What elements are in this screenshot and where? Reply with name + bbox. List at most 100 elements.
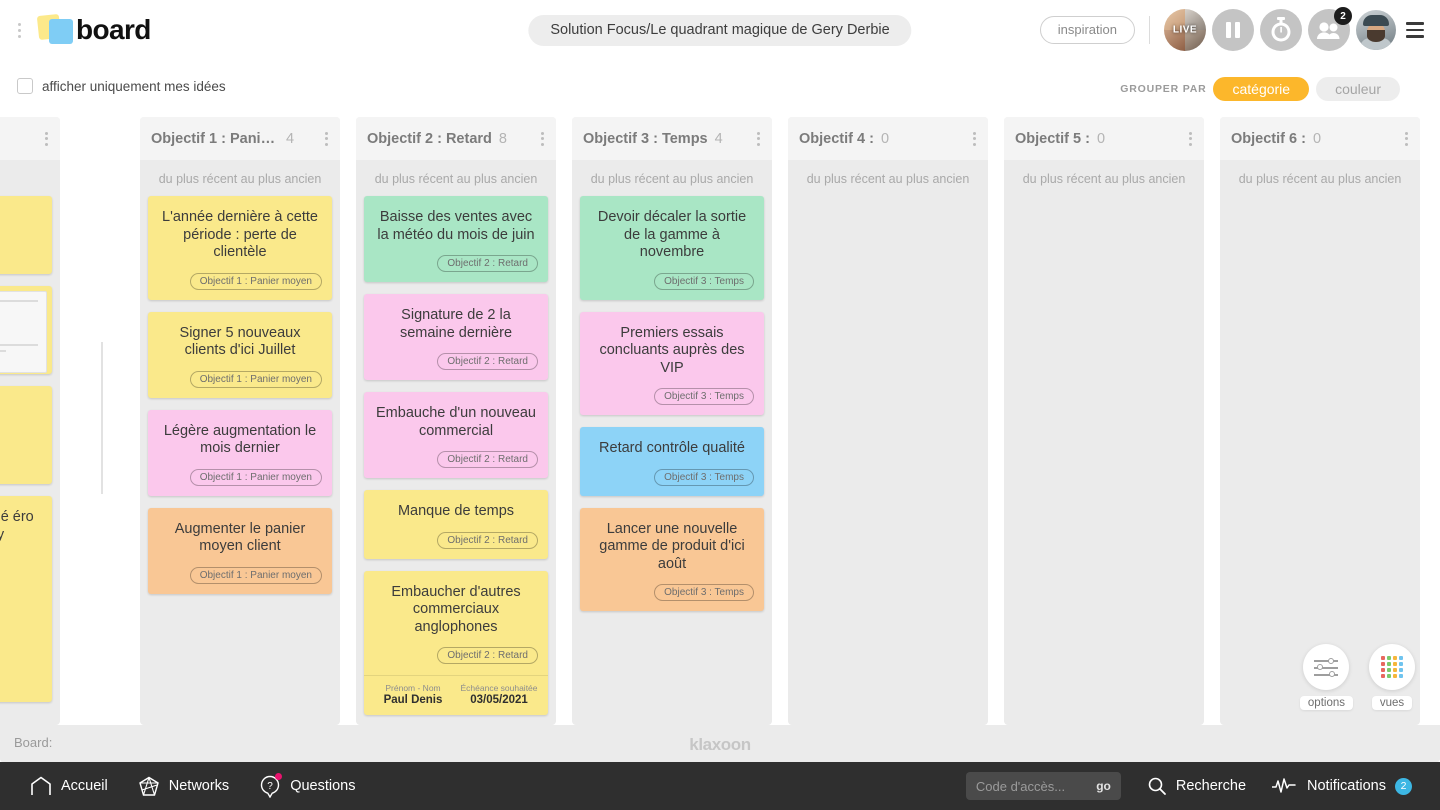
column-6[interactable]: Objectif 6 : 0 du plus récent au plus anci… (1220, 117, 1420, 725)
user-avatar[interactable] (1356, 10, 1396, 50)
column-menu-icon[interactable] (322, 129, 331, 149)
pause-icon (1226, 22, 1240, 38)
board-title[interactable]: Solution Focus/Le quadrant magique de Ge… (528, 15, 912, 46)
column-4[interactable]: Objectif 4 : 0 du plus récent au plus anci… (788, 117, 988, 725)
card-tag[interactable]: Objectif 2 : Retard (437, 647, 538, 664)
column-menu-icon[interactable] (970, 129, 979, 149)
column-cards: Devoir décaler la sortie de la gamme à n… (572, 196, 772, 637)
card[interactable]: Retard contrôle qualité Objectif 3 : Temp… (580, 427, 764, 496)
column-menu-icon[interactable] (1186, 129, 1195, 149)
notifications-label: Notifications (1307, 778, 1386, 794)
column-header[interactable]: Objectif 6 : 0 (1220, 117, 1420, 160)
column-header[interactable]: Objectif 3 : Temps 4 (572, 117, 772, 160)
nav-accueil-label: Accueil (61, 778, 108, 794)
card-tag[interactable]: Objectif 1 : Panier moyen (189, 566, 322, 584)
card[interactable]: Embauche d'un nouveau commercial Objectif… (364, 392, 548, 478)
card[interactable] (0, 286, 52, 374)
views-grid-icon[interactable] (1369, 644, 1415, 690)
card[interactable]: L'année dernière à cette période : perte… (148, 196, 332, 300)
card-tag[interactable]: Objectif 2 : Retard (437, 353, 538, 370)
card-tag[interactable]: Objectif 3 : Temps (654, 388, 754, 405)
card-tag[interactable]: Objectif 2 : Retard (437, 531, 538, 549)
nav-networks[interactable]: Networks (138, 776, 229, 797)
column-5[interactable]: Objectif 5 : 0 du plus récent au plus anci… (1004, 117, 1204, 725)
card-tag[interactable]: Objectif 1 : Panier moyen (189, 468, 322, 486)
card-tag[interactable]: Objectif 3 : Temps (654, 272, 754, 290)
column-menu-icon[interactable] (538, 129, 547, 149)
access-code-field[interactable]: Code d'accès... go (965, 772, 1121, 800)
column-sort-label[interactable]: du plus récent au plus ancien (140, 160, 340, 196)
card-text: sez es (0, 209, 42, 227)
column-sort-label[interactable]: s ancien (0, 160, 60, 196)
card[interactable]: Augmenter le panier moyen client Objectif… (148, 507, 332, 594)
card-tag[interactable]: Objectif 2 : Retard (437, 255, 538, 272)
views-label: vues (1371, 696, 1413, 710)
nav-accueil[interactable]: Accueil (30, 776, 108, 796)
card-text: te ée, om s en t clé éro cela crire : s'… (0, 509, 34, 543)
drag-handle-icon[interactable] (8, 22, 30, 38)
card[interactable]: Légère augmentation le mois dernier Objec… (148, 409, 332, 496)
card[interactable]: e sez ar (0, 386, 52, 484)
card[interactable]: Lancer une nouvelle gamme de produit d'i… (580, 507, 764, 611)
card-tag[interactable]: Objectif 3 : Temps (654, 584, 754, 601)
column-sort-label[interactable]: du plus récent au plus ancien (1220, 160, 1420, 196)
card[interactable]: Embaucher d'autres commerciaux anglophon… (364, 570, 548, 715)
card[interactable]: Baisse des ventes avec la météo du mois … (364, 196, 548, 282)
participants-button[interactable]: 2 (1308, 7, 1352, 51)
card[interactable]: Signature de 2 la semaine dernière Object… (364, 294, 548, 380)
column-header[interactable]: Objectif 5 : 0 (1004, 117, 1204, 160)
column-cards: Baisse des ventes avec la météo du mois … (356, 196, 556, 725)
card[interactable]: Manque de temps Objectif 2 : Retard (364, 490, 548, 559)
column-sort-label[interactable]: du plus récent au plus ancien (572, 160, 772, 196)
column-2[interactable]: Objectif 2 : Retard 8 du plus récent au pl… (356, 117, 556, 725)
column-menu-icon[interactable] (42, 129, 51, 149)
column-header[interactable]: Objectif 2 : Retard 8 (356, 117, 556, 160)
column-count: 0 (880, 130, 890, 147)
timer-button[interactable] (1260, 9, 1302, 51)
board-divider-line (101, 342, 103, 494)
sliders-icon[interactable] (1303, 644, 1350, 690)
column-cards (1004, 196, 1204, 210)
card[interactable]: Signer 5 nouveaux clients d'ici Juillet O… (148, 311, 332, 398)
nav-questions[interactable]: ? Questions (259, 772, 355, 798)
group-by-category-button[interactable]: catégorie (1213, 77, 1310, 101)
group-by-color-button[interactable]: couleur (1316, 77, 1400, 101)
nav-networks-label: Networks (168, 778, 230, 794)
live-button[interactable]: LIVE (1164, 9, 1206, 51)
inspiration-button[interactable]: inspiration (1039, 16, 1135, 44)
card-tag[interactable]: Objectif 2 : Retard (437, 451, 538, 468)
notifications-button[interactable]: Notifications 2 (1272, 777, 1412, 795)
board-canvas[interactable]: 36 s ancien sez es e sez ar te ée, om s … (0, 117, 1440, 725)
home-icon (31, 776, 51, 795)
column-1[interactable]: Objectif 1 : Panier… 4 du plus récent au p… (140, 117, 340, 725)
my-ideas-filter[interactable]: afficher uniquement mes idées (17, 78, 226, 94)
card[interactable]: te ée, om s en t clé éro cela crire : s'… (0, 496, 52, 702)
card[interactable]: Devoir décaler la sortie de la gamme à n… (580, 196, 764, 300)
column-sort-label[interactable]: du plus récent au plus ancien (1004, 160, 1204, 196)
card-tag[interactable]: Objectif 1 : Panier moyen (189, 272, 322, 290)
board-logo[interactable]: board (36, 13, 151, 47)
pause-button[interactable] (1212, 9, 1254, 51)
column-3[interactable]: Objectif 3 : Temps 4 du plus récent au plu… (572, 117, 772, 725)
card-tag[interactable]: Objectif 1 : Panier moyen (189, 370, 322, 388)
participants-badge: 2 (1334, 7, 1352, 25)
views-tool[interactable]: vues (1369, 644, 1415, 710)
column-header[interactable]: Objectif 1 : Panier… 4 (140, 117, 340, 160)
column-partial[interactable]: 36 s ancien sez es e sez ar te ée, om s … (0, 117, 60, 725)
column-sort-label[interactable]: du plus récent au plus ancien (356, 160, 556, 196)
column-sort-label[interactable]: du plus récent au plus ancien (788, 160, 988, 196)
column-menu-icon[interactable] (1402, 129, 1411, 149)
access-code-go-button[interactable]: go (1096, 779, 1111, 793)
options-tool[interactable]: options (1299, 644, 1353, 710)
card[interactable]: Premiers essais concluants auprès des VI… (580, 311, 764, 415)
my-ideas-checkbox[interactable] (17, 78, 33, 94)
menu-icon[interactable] (1400, 18, 1430, 42)
column-header[interactable]: 36 (0, 117, 60, 160)
klaxoon-logo: klaxoon (689, 735, 751, 754)
card-tag[interactable]: Objectif 3 : Temps (654, 468, 754, 486)
column-header[interactable]: Objectif 4 : 0 (788, 117, 988, 160)
search-button[interactable]: Recherche (1147, 776, 1246, 796)
column-cards: L'année dernière à cette période : perte… (140, 196, 340, 620)
column-menu-icon[interactable] (754, 129, 763, 149)
card[interactable]: sez es (0, 196, 52, 274)
